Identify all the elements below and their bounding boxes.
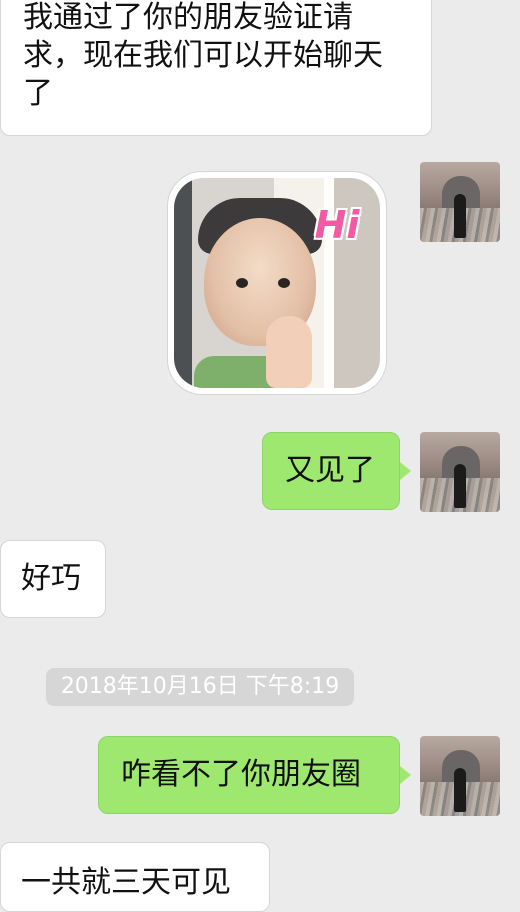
sticker-eye xyxy=(278,278,290,288)
incoming-message-bubble[interactable]: 我通过了你的朋友验证请 求，现在我们可以开始聊天 了 xyxy=(0,0,432,136)
sticker-hand xyxy=(266,316,312,388)
incoming-message-bubble[interactable]: 一共就三天可见 xyxy=(0,842,270,912)
message-line: 我通过了你的朋友验证请 xyxy=(23,0,353,35)
avatar-person xyxy=(454,768,466,812)
sender-avatar[interactable] xyxy=(420,432,500,512)
message-text: 好巧 xyxy=(21,561,81,596)
bubble-tail xyxy=(400,766,411,784)
message-line: 求，现在我们可以开始聊天 xyxy=(23,38,383,73)
outgoing-message-bubble[interactable]: 咋看不了你朋友圈 xyxy=(98,736,400,814)
avatar-person xyxy=(454,464,466,508)
message-text: 一共就三天可见 xyxy=(21,865,231,900)
sticker-eye xyxy=(236,278,248,288)
incoming-message-bubble[interactable]: 好巧 xyxy=(0,540,106,618)
outgoing-message-bubble[interactable]: 又见了 xyxy=(262,432,400,510)
sender-avatar[interactable] xyxy=(420,736,500,816)
timestamp-badge: 2018年10月16日 下午8:19 xyxy=(46,668,354,706)
avatar-person xyxy=(454,194,466,238)
message-text: 咋看不了你朋友圈 xyxy=(121,757,361,792)
sticker-photo: Hi xyxy=(174,178,380,388)
bubble-tail xyxy=(400,462,411,480)
sender-avatar[interactable] xyxy=(420,162,500,242)
message-text: 又见了 xyxy=(285,453,375,488)
sticker-hi-text: Hi xyxy=(314,203,360,247)
message-line: 了 xyxy=(23,76,53,111)
hi-sticker-message[interactable]: Hi xyxy=(168,172,386,394)
